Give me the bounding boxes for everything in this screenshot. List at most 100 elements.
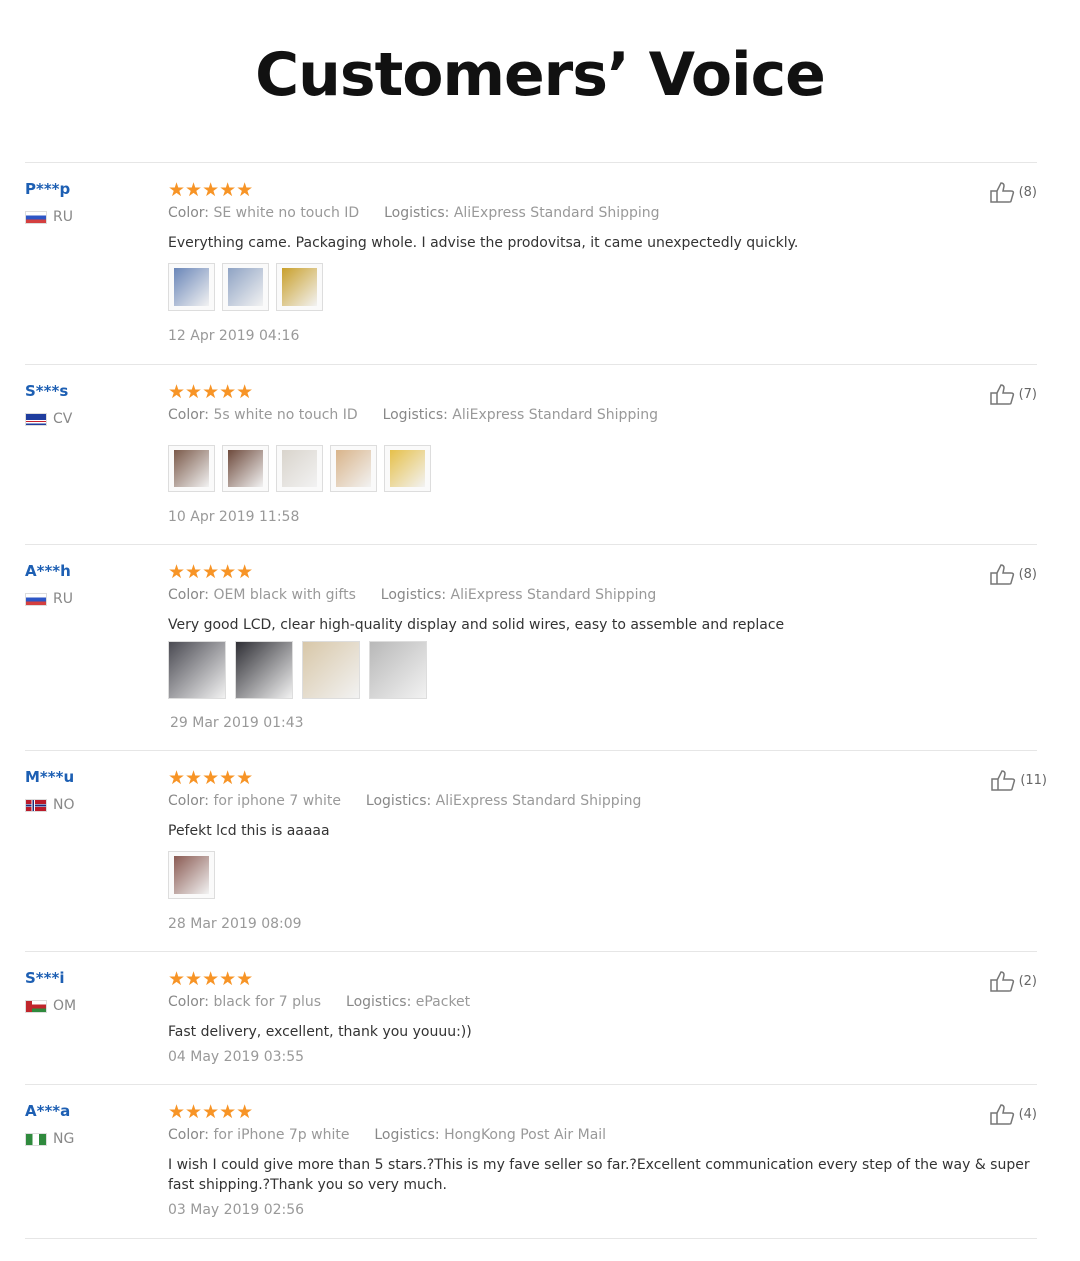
star-rating: ★★★★★ [168,561,254,583]
helpful-count: (7) [1018,386,1037,402]
review-text: Fast delivery, excellent, thank you youu… [168,1024,472,1040]
review-date: 12 Apr 2019 04:16 [168,328,300,344]
thumbs-up-icon [989,182,1014,203]
reviewer-name[interactable]: S***s [25,382,68,400]
reviewer-name[interactable]: S***i [25,969,64,987]
helpful-count: (8) [1018,184,1037,200]
country-code: NG [53,1131,75,1147]
logistics-label: Logistics: [374,1127,440,1143]
reviewer-country: NO [25,797,75,813]
review-meta: Color: black for 7 plus Logistics: ePack… [168,994,470,1010]
page-title: Customers’ Voice [255,40,826,110]
helpful-button[interactable]: (8) [989,181,1037,203]
color-value: for iPhone 7p white [213,1127,350,1143]
country-code: RU [53,209,73,225]
star-rating: ★★★★★ [168,968,254,990]
country-code: CV [53,411,73,427]
logistics-value: HongKong Post Air Mail [444,1127,607,1143]
reviewer-country: NG [25,1131,74,1147]
country-code: RU [53,591,73,607]
logistics-value: AliExpress Standard Shipping [450,587,657,603]
review-photo-thumbnail[interactable] [276,263,323,311]
review-photo-thumbnail[interactable] [222,263,269,311]
thumbs-up-icon [989,564,1014,585]
logistics-value: ePacket [415,994,471,1010]
review-photo-thumbnail[interactable] [168,851,215,899]
review-text: I wish I could give more than 5 stars.?T… [168,1157,1030,1193]
logistics-value: AliExpress Standard Shipping [452,407,658,423]
helpful-count: (8) [1018,566,1037,582]
review-photo-thumbnail[interactable] [168,445,215,492]
review-date: 04 May 2019 03:55 [168,1049,305,1065]
review-date: 10 Apr 2019 11:58 [168,509,300,525]
review-photo-thumbnail[interactable] [235,641,293,699]
reviewer-country: RU [25,209,73,225]
thumbs-up-icon [989,384,1014,405]
review-text: Very good LCD, clear high-quality displa… [168,617,785,633]
color-value: SE white no touch ID [213,205,360,221]
review-meta: Color: 5s white no touch ID Logistics: A… [168,407,658,423]
reviewer-name[interactable]: A***h [25,562,71,580]
review-photo-thumbnail[interactable] [369,641,427,699]
review-photo-thumbnail[interactable] [222,445,269,492]
reviewer-name[interactable]: A***a [25,1102,70,1120]
helpful-button[interactable]: (7) [989,383,1037,405]
logistics-label: Logistics: [380,587,447,603]
color-label: Color: [168,407,210,423]
flag-icon [25,1132,47,1146]
color-label: Color: [168,1127,210,1143]
color-value: 5s white no touch ID [213,407,358,423]
country-code: NO [53,797,75,813]
logistics-value: AliExpress Standard Shipping [453,205,660,221]
review-photo-thumbnail[interactable] [276,445,323,492]
color-value: black for 7 plus [213,994,322,1010]
star-rating: ★★★★★ [168,179,254,201]
helpful-count: (2) [1018,973,1037,989]
review-photos [168,851,215,899]
review-item: S***s CV ★★★★★ Color: 5s white no touch … [25,364,1037,545]
reviewer-name[interactable]: M***u [25,768,74,786]
review-date: 29 Mar 2019 01:43 [170,715,304,731]
review-photos [168,263,323,311]
review-item: P***p RU ★★★★★ Color: SE white no touch … [25,162,1037,365]
logistics-value: AliExpress Standard Shipping [435,793,642,809]
review-photo-thumbnail[interactable] [330,445,377,492]
color-label: Color: [168,205,210,221]
flag-icon [25,412,47,426]
color-label: Color: [168,587,210,603]
reviewer-country: RU [25,591,73,607]
reviewer-name[interactable]: P***p [25,180,70,198]
color-label: Color: [168,994,210,1010]
helpful-button[interactable]: (11) [990,769,1047,791]
review-item: S***i OM ★★★★★ Color: black for 7 plus L… [25,951,1037,1085]
helpful-count: (11) [1020,772,1047,788]
thumbs-up-icon [991,770,1016,791]
review-photos [168,445,431,492]
color-value: for iphone 7 white [213,793,342,809]
review-item: M***u NO ★★★★★ Color: for iphone 7 white… [25,750,1047,952]
review-photo-thumbnail[interactable] [168,641,226,699]
review-date: 28 Mar 2019 08:09 [168,916,302,932]
thumbs-up-icon [989,971,1014,992]
review-item: A***a NG ★★★★★ Color: for iPhone 7p whit… [25,1084,1037,1239]
color-value: OEM black with gifts [213,587,356,603]
review-photo-thumbnail[interactable] [302,641,360,699]
star-rating: ★★★★★ [168,767,254,789]
helpful-button[interactable]: (4) [989,1103,1037,1125]
star-rating: ★★★★★ [168,381,254,403]
review-photo-thumbnail[interactable] [168,263,215,311]
review-meta: Color: for iphone 7 white Logistics: Ali… [168,793,641,809]
flag-icon [25,798,47,812]
helpful-button[interactable]: (2) [989,970,1037,992]
review-item: A***h RU ★★★★★ Color: OEM black with gif… [25,544,1037,751]
flag-icon [25,210,47,224]
star-rating: ★★★★★ [168,1101,254,1123]
reviewer-country: OM [25,998,76,1014]
helpful-button[interactable]: (8) [989,563,1037,585]
logistics-label: Logistics: [384,205,450,221]
logistics-label: Logistics: [382,407,448,423]
review-meta: Color: SE white no touch ID Logistics: A… [168,205,660,221]
review-photo-thumbnail[interactable] [384,445,431,492]
color-label: Color: [168,793,210,809]
review-text: Pefekt lcd this is aaaaa [168,823,330,839]
